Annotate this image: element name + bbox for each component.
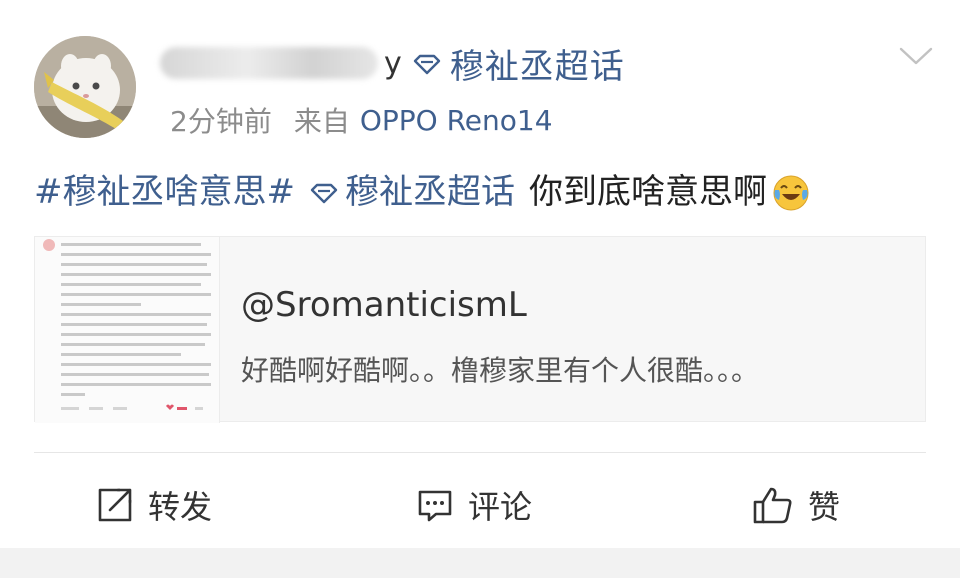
- repost-label: 转发: [148, 488, 213, 526]
- action-bar: 转发 评论 赞: [0, 472, 960, 538]
- post-meta: 2分钟前 来自 OPPO Reno14: [170, 100, 553, 140]
- super-topic-link[interactable]: 穆祉丞超话: [345, 166, 515, 218]
- hashtag-link[interactable]: #穆祉丞啥意思#: [34, 166, 295, 218]
- divider: [34, 452, 926, 453]
- comment-label: 评论: [468, 488, 533, 526]
- author-super-topic-link[interactable]: 穆祉丞超话: [450, 39, 625, 88]
- feed-separator: [0, 548, 960, 578]
- thumbs-up-icon: [753, 487, 792, 524]
- diamond-icon: [413, 54, 440, 75]
- laughing-crying-emoji-icon: [773, 175, 809, 211]
- text-screenshot-thumbnail: [35, 237, 219, 423]
- post-time: 2分钟前: [170, 105, 272, 138]
- weibo-post: y 穆祉丞超话 2分钟前 来自 OPPO Reno14 #穆祉丞啥意思# 穆祉丞…: [0, 0, 960, 548]
- card-title[interactable]: @SromanticismL: [241, 285, 527, 325]
- comment-icon: [418, 490, 452, 522]
- cat-avatar-image: [34, 36, 136, 138]
- link-card[interactable]: @SromanticismL 好酷啊好酷啊。。橹穆家里有个人很酷。。。: [34, 236, 926, 423]
- card-thumbnail: [35, 237, 220, 423]
- device-link[interactable]: OPPO Reno14: [360, 104, 553, 137]
- card-description: 好酷啊好酷啊。。橹穆家里有个人很酷。。。: [241, 354, 760, 387]
- author-row: y 穆祉丞超话: [160, 38, 625, 88]
- author-name-suffix[interactable]: y: [384, 46, 402, 81]
- repost-button[interactable]: 转发: [96, 472, 212, 538]
- post-text: 你到底啥意思啊: [528, 172, 767, 212]
- comment-button[interactable]: 评论: [416, 472, 532, 538]
- repost-icon: [98, 488, 132, 522]
- chevron-down-icon[interactable]: [898, 44, 934, 68]
- like-button[interactable]: 赞: [752, 472, 840, 538]
- author-name-redacted[interactable]: [160, 47, 378, 79]
- avatar[interactable]: [34, 36, 136, 138]
- source-label: 来自: [293, 105, 350, 138]
- like-label: 赞: [808, 488, 841, 526]
- diamond-icon: [310, 183, 338, 204]
- post-content: #穆祉丞啥意思# 穆祉丞超话 你到底啥意思啊: [34, 166, 811, 218]
